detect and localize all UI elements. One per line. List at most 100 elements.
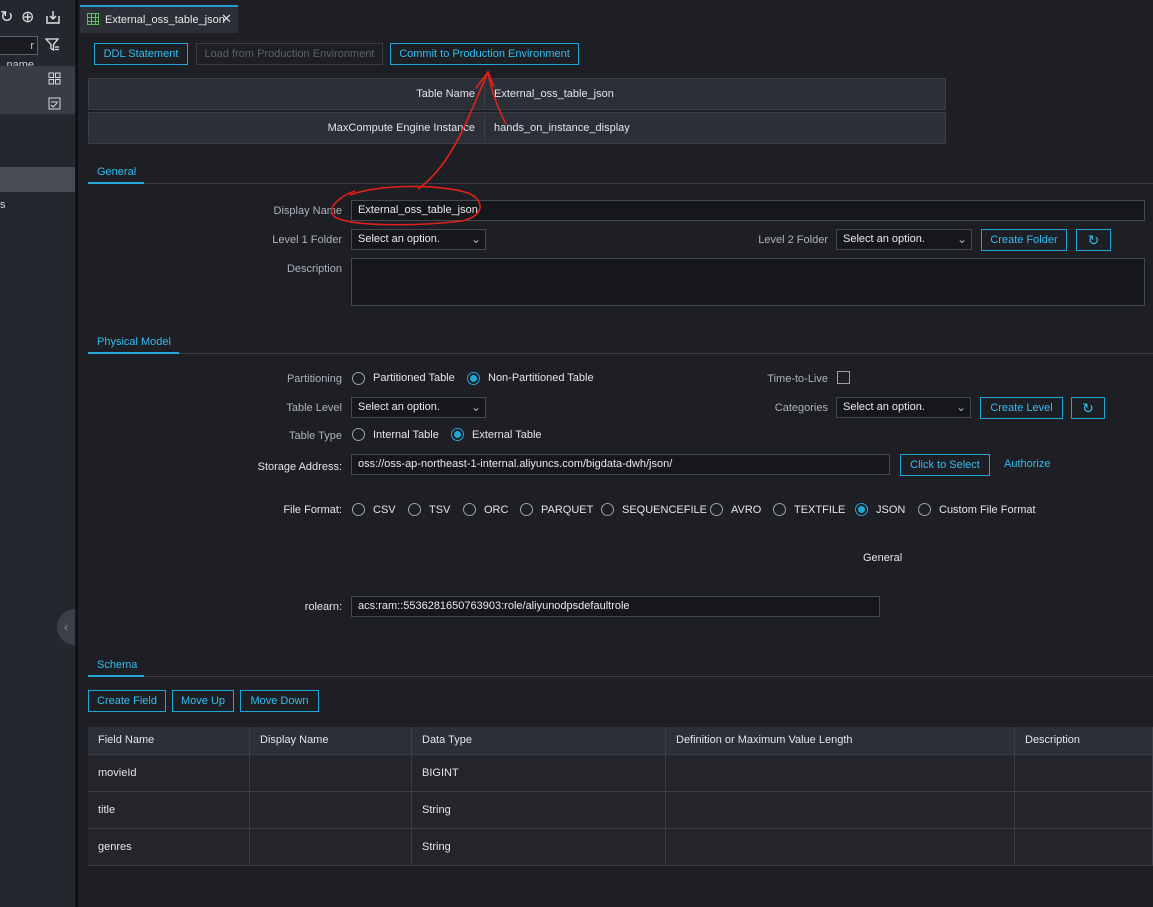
level2-folder-select[interactable]: Select an option. ⌄ (836, 229, 972, 250)
non-partitioned-radio[interactable] (467, 372, 480, 385)
filter-icon[interactable] (44, 37, 60, 55)
refresh-icon[interactable]: ↻ (1071, 397, 1105, 419)
table-level-label: Table Level (286, 402, 342, 414)
format-custom-radio[interactable] (918, 503, 931, 516)
format-json-radio[interactable] (855, 503, 868, 516)
categories-select[interactable]: Select an option. ⌄ (836, 397, 971, 418)
column-header: Display Name (250, 727, 412, 755)
format-avro-radio[interactable] (710, 503, 723, 516)
format-csv-radio[interactable] (352, 503, 365, 516)
rolearn-input[interactable]: acs:ram::5536281650763903:role/aliyunodp… (351, 596, 880, 617)
format-parquet-radio[interactable] (520, 503, 533, 516)
column-header: Definition or Maximum Value Length (666, 727, 1015, 755)
internal-table-radio[interactable] (352, 428, 365, 441)
ttl-label: Time-to-Live (767, 373, 828, 385)
format-parquet-label[interactable]: PARQUET (541, 504, 593, 516)
internal-table-label[interactable]: Internal Table (373, 429, 439, 441)
categories-value: Select an option. (843, 401, 925, 413)
partitioned-label[interactable]: Partitioned Table (373, 372, 455, 384)
column-header: Data Type (412, 727, 666, 755)
sidebar-selected-row[interactable] (0, 167, 75, 192)
left-sidebar: ↻ ⊕ r name s ‹ (0, 0, 76, 907)
format-avro-label[interactable]: AVRO (731, 504, 761, 516)
format-sequencefile-radio[interactable] (601, 503, 614, 516)
storage-address-input[interactable]: oss://oss-ap-northeast-1-internal.aliyun… (351, 454, 890, 475)
chevron-down-icon: ⌄ (470, 232, 481, 246)
format-orc-label[interactable]: ORC (484, 504, 508, 516)
move-down-button[interactable]: Move Down (240, 690, 319, 712)
description-textarea[interactable] (351, 258, 1145, 306)
move-up-button[interactable]: Move Up (172, 690, 234, 712)
table-info: Table Name External_oss_table_json MaxCo… (88, 78, 946, 144)
format-tsv-radio[interactable] (408, 503, 421, 516)
table-cell[interactable] (1015, 755, 1153, 792)
commit-to-production-button[interactable]: Commit to Production Environment (390, 43, 579, 65)
import-icon[interactable] (45, 9, 61, 29)
table-cell[interactable] (250, 755, 412, 792)
format-sequencefile-label[interactable]: SEQUENCEFILE (622, 504, 707, 516)
table-cell[interactable]: genres (88, 829, 250, 866)
ddl-statement-button[interactable]: DDL Statement (94, 43, 188, 65)
external-table-radio[interactable] (451, 428, 464, 441)
table-cell[interactable] (250, 792, 412, 829)
external-table-label[interactable]: External Table (472, 429, 542, 441)
format-json-label[interactable]: JSON (876, 504, 905, 516)
table-cell[interactable] (666, 792, 1015, 829)
schema-table: Field Name Display Name Data Type Definitio… (88, 727, 1153, 866)
section-divider (88, 676, 1153, 677)
ttl-checkbox[interactable] (837, 371, 850, 384)
load-from-production-button[interactable]: Load from Production Environment (196, 43, 383, 65)
table-cell[interactable]: String (412, 829, 666, 866)
instance-row: MaxCompute Engine Instance hands_on_inst… (88, 112, 946, 144)
create-level-button[interactable]: Create Level (980, 397, 1063, 419)
table-level-select[interactable]: Select an option. ⌄ (351, 397, 486, 418)
non-partitioned-label[interactable]: Non-Partitioned Table (488, 372, 594, 384)
table-cell[interactable] (666, 829, 1015, 866)
table-cell[interactable]: String (412, 792, 666, 829)
authorize-link[interactable]: Authorize (1004, 458, 1050, 470)
refresh-icon[interactable]: ↻ (0, 10, 13, 26)
table-cell[interactable]: movieId (88, 755, 250, 792)
chevron-down-icon: ⌄ (955, 400, 966, 414)
close-icon[interactable]: ✕ (221, 11, 232, 27)
tab-external-oss-table-json[interactable]: External_oss_table_json ✕ (80, 5, 238, 33)
collapse-icon[interactable]: ‹ (57, 609, 75, 645)
partitioning-label: Partitioning (286, 373, 342, 385)
tab-physical-model[interactable]: Physical Model (88, 334, 179, 354)
table-cell[interactable] (1015, 792, 1153, 829)
level1-folder-select[interactable]: Select an option. ⌄ (351, 229, 486, 250)
checklist-icon[interactable] (48, 97, 61, 113)
sidebar-tree-row[interactable] (0, 66, 75, 114)
format-textfile-label[interactable]: TEXTFILE (794, 504, 845, 516)
grid-icon[interactable] (48, 72, 61, 88)
sidebar-search-input[interactable]: r name (0, 36, 38, 71)
create-field-button[interactable]: Create Field (88, 690, 166, 712)
table-cell[interactable] (666, 755, 1015, 792)
column-header: Field Name (88, 727, 250, 755)
chevron-down-icon: ⌄ (956, 232, 967, 246)
tab-general[interactable]: General (88, 164, 144, 184)
chevron-down-icon: ⌄ (470, 400, 481, 414)
locate-icon[interactable]: ⊕ (21, 10, 34, 26)
table-cell[interactable] (1015, 829, 1153, 866)
tab-schema[interactable]: Schema (88, 657, 144, 677)
table-cell[interactable] (250, 829, 412, 866)
format-orc-radio[interactable] (463, 503, 476, 516)
sidebar-item-label[interactable]: s (0, 199, 6, 211)
display-name-input[interactable]: External_oss_table_json (351, 200, 1145, 221)
pane-divider[interactable] (76, 0, 78, 907)
partitioned-radio[interactable] (352, 372, 365, 385)
click-to-select-button[interactable]: Click to Select (900, 454, 990, 476)
refresh-icon[interactable]: ↻ (1076, 229, 1111, 251)
tab-title: External_oss_table_json (105, 14, 225, 26)
create-folder-button[interactable]: Create Folder (981, 229, 1067, 251)
format-textfile-radio[interactable] (773, 503, 786, 516)
table-type-label: Table Type (288, 430, 342, 442)
level2-folder-label: Level 2 Folder (758, 234, 828, 246)
format-custom-label[interactable]: Custom File Format (939, 504, 1036, 516)
format-csv-label[interactable]: CSV (373, 504, 396, 516)
table-cell[interactable]: title (88, 792, 250, 829)
format-tsv-label[interactable]: TSV (429, 504, 450, 516)
table-cell[interactable]: BIGINT (412, 755, 666, 792)
file-format-label: File Format: (283, 504, 342, 516)
